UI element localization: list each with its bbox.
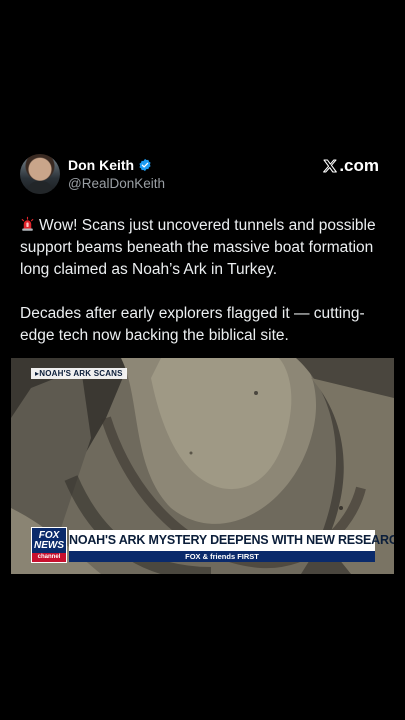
avatar[interactable] [20, 154, 60, 194]
tweet-text: Wow! Scans just uncovered tunnels and po… [20, 215, 388, 347]
news-lower-third: FOX NEWS channel NOAH'S ARK MYSTERY DEEP… [31, 527, 394, 563]
display-name[interactable]: Don Keith [68, 157, 134, 173]
fox-news-logo-icon: FOX NEWS channel [31, 527, 67, 563]
news-headline: NOAH'S ARK MYSTERY DEEPENS WITH NEW RESE… [69, 530, 394, 551]
user-block: Don Keith @RealDonKeith [68, 156, 165, 191]
siren-emoji-icon [21, 216, 34, 231]
verified-badge-icon [139, 158, 151, 172]
post-header: Don Keith @RealDonKeith .com [20, 154, 385, 194]
site-label: .com [339, 156, 379, 175]
tweet-paragraph-1: Wow! Scans just uncovered tunnels and po… [20, 215, 388, 281]
display-name-row: Don Keith [68, 156, 165, 174]
x-logo-icon [323, 159, 338, 173]
broadcast-tag: ▸NOAH'S ARK SCANS [31, 368, 127, 379]
show-name: FOX & friends FIRST [69, 551, 375, 562]
tweet-paragraph-1-text: Wow! Scans just uncovered tunnels and po… [20, 217, 376, 278]
video-thumbnail[interactable]: ▸NOAH'S ARK SCANS FOX NEWS channel NOAH'… [11, 358, 394, 574]
tweet-paragraph-2: Decades after early explorers flagged it… [20, 305, 365, 344]
site-logo: .com [322, 156, 379, 176]
user-handle[interactable]: @RealDonKeith [68, 176, 165, 191]
